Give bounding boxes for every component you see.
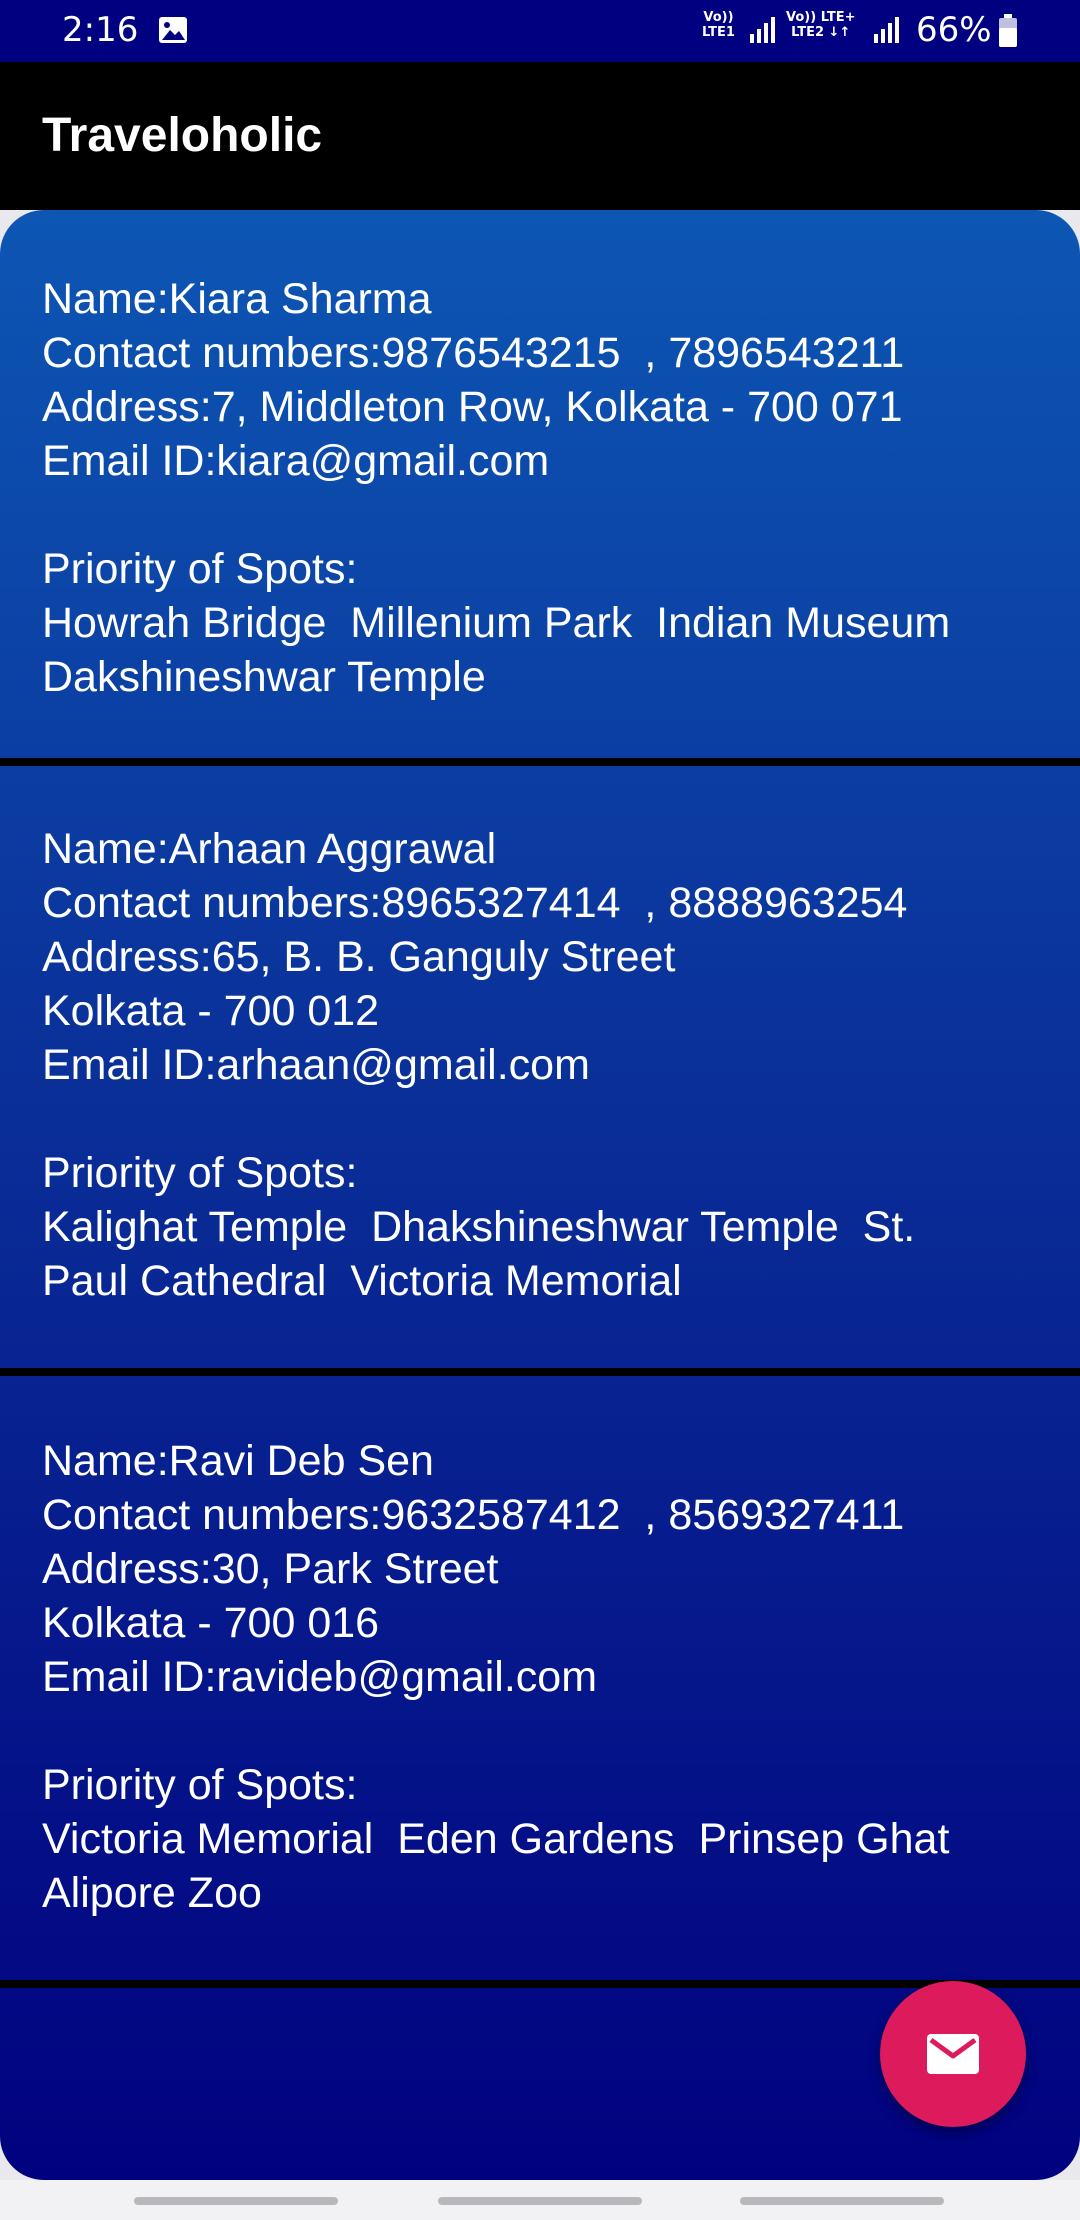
sim1-signal-icon [750,17,775,43]
contact-address: Address:30, Park Street [42,1545,499,1593]
priority-label: Priority of Spots: [42,1761,358,1809]
nav-back-button[interactable] [740,2197,944,2205]
contact-address: Address:7, Middleton Row, Kolkata - 700 … [42,383,903,431]
priority-spots: Paul Cathedral Victoria Memorial [42,1257,682,1305]
priority-spots: Dakshineshwar Temple [42,653,486,701]
contact-address: Kolkata - 700 012 [42,987,380,1035]
priority-label: Priority of Spots: [42,545,358,593]
app-bar: Traveloholic [0,62,1080,210]
compose-mail-button[interactable] [880,1981,1026,2127]
contact-name: Name:Kiara Sharma [42,275,432,323]
priority-spots: Victoria Memorial Eden Gardens Prinsep G… [42,1815,950,1863]
contact-card[interactable]: Name:Arhaan Aggrawal Contact numbers:896… [0,766,1080,1368]
gallery-icon [159,17,187,43]
contact-email: Email ID:kiara@gmail.com [42,437,550,485]
priority-spots: Kalighat Temple Dhakshineshwar Temple St… [42,1203,916,1251]
priority-spots: Howrah Bridge Millenium Park Indian Muse… [42,599,951,647]
contact-name: Name:Ravi Deb Sen [42,1437,434,1485]
contact-address: Address:65, B. B. Ganguly Street [42,933,676,981]
sim1-network-label: Vo)) LTE1 [702,10,735,40]
contact-card[interactable]: Name:Ravi Deb Sen Contact numbers:963258… [0,1376,1080,1980]
status-time: 2:16 [62,10,139,50]
contact-numbers: Contact numbers:9876543215 , 7896543211 [42,329,905,377]
priority-spots: Alipore Zoo [42,1869,262,1917]
navigation-bar [0,2180,1080,2220]
contact-email: Email ID:ravideb@gmail.com [42,1653,598,1701]
battery-icon [999,14,1017,47]
contact-email: Email ID:arhaan@gmail.com [42,1041,590,1089]
contact-address: Kolkata - 700 016 [42,1599,380,1647]
mail-icon [927,2034,979,2074]
nav-home-button[interactable] [438,2197,642,2205]
contact-numbers: Contact numbers:9632587412 , 8569327411 [42,1491,905,1539]
card-divider [0,1980,1080,1988]
battery-percent: 66% [916,10,992,50]
contact-list[interactable]: Name:Kiara Sharma Contact numbers:987654… [0,210,1080,2180]
app-title: Traveloholic [42,109,323,162]
contact-numbers: Contact numbers:8965327414 , 8888963254 [42,879,908,927]
card-divider [0,758,1080,766]
status-bar: 2:16 Vo)) LTE1 Vo)) LTE+ LTE2 ↓↑ 66% [0,0,1080,62]
sim2-network-label: Vo)) LTE+ LTE2 ↓↑ [786,10,856,40]
nav-recents-button[interactable] [134,2197,338,2205]
priority-label: Priority of Spots: [42,1149,358,1197]
card-divider [0,1368,1080,1376]
sim2-signal-icon [874,17,899,43]
contact-name: Name:Arhaan Aggrawal [42,825,497,873]
contact-card[interactable]: Name:Kiara Sharma Contact numbers:987654… [0,210,1080,758]
